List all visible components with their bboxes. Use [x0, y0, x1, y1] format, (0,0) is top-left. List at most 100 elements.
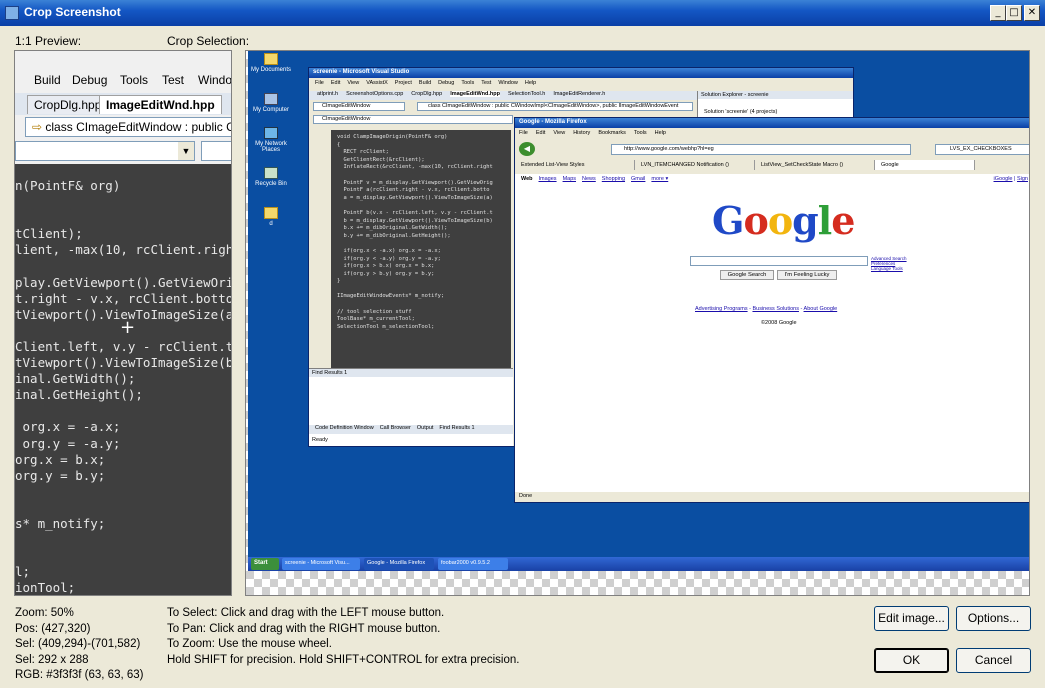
vs-menu-item: VAssistX [366, 80, 388, 86]
vs-find-title: Find Results 1 [309, 369, 513, 377]
vs-code-line: PointF b(v.x - rcClient.left, v.y - rcCl… [337, 209, 493, 216]
vs-menu-item: Window [498, 80, 518, 86]
google-logo: Google [712, 198, 855, 243]
vs-code-line: InflateRect(&rcClient, -max(10, rcClient… [337, 164, 493, 171]
chevron-down-icon: ▼ [178, 142, 194, 160]
status-info: Zoom: 50% Pos: (427,320) Sel: (409,294)-… [15, 606, 144, 684]
vs-combo-1: CImageEditWindow [313, 102, 405, 111]
code-line: s* m_notify; [15, 515, 106, 531]
vs-tabs: atlprint.h ScreenshotOptions.cpp CropDlg.h… [309, 91, 697, 100]
preview-code: n(PointF& org) tClient); lient, -max(10, r… [15, 164, 232, 595]
vs-status: Ready [312, 437, 328, 443]
vs-tab: atlprint.h [317, 91, 339, 97]
selection-size-readout: Sel: 292 x 288 [15, 653, 89, 666]
code-line: n(PointF& org) [15, 178, 121, 193]
google-nav-link: more ▾ [651, 176, 669, 182]
options-button[interactable]: Options... [956, 606, 1031, 631]
vs-code-line: PointF a(rcClient.right - v.x, rcClient.… [337, 187, 490, 194]
screenshot-desktop[interactable]: My Documents My Computer My Network Plac… [246, 51, 1029, 557]
help-pan: To Pan: Click and drag with the RIGHT mo… [167, 622, 441, 635]
vs-bottom-tab: Code Definition Window [315, 425, 374, 431]
vs-menu-item: File [315, 80, 324, 86]
preview-tabs: CropDlg.hpp ImageEditWnd.hpp [15, 93, 231, 115]
code-line: tViewport().ViewToImageSize(b) [15, 355, 232, 371]
ff-status: Done [515, 493, 1029, 502]
screenshot-taskbar: Start screenie - Microsoft Visu... Googl… [248, 557, 1029, 571]
ff-menubar: File Edit View History Bookmarks Tools Help [515, 130, 1029, 139]
help-precision: Hold SHIFT for precision. Hold SHIFT+CON… [167, 653, 520, 666]
close-button[interactable]: ✕ [1024, 5, 1040, 21]
firefox-window: Google - Mozilla Firefox File Edit View His… [514, 117, 1029, 503]
folder-icon [264, 53, 278, 65]
preview-menu-item: Tools [120, 73, 149, 87]
vs-code-line [337, 172, 505, 180]
google-logo-letter: e [831, 198, 855, 243]
feeling-lucky-button: I'm Feeling Lucky [777, 270, 837, 280]
vs-menu-item: Project [394, 80, 412, 86]
google-search-input [690, 256, 868, 266]
arrow-icon: ⇨ [32, 120, 46, 134]
help-text: To Select: Click and drag with the LEFT … [167, 606, 519, 668]
google-logo-letter: o [767, 198, 793, 243]
taskbar-item: screenie - Microsoft Visu... [282, 558, 360, 570]
vs-find-panel: Find Results 1 Code Definition Window Cal… [309, 368, 513, 446]
google-nav-link: News [582, 176, 596, 182]
ff-menu-item: File [519, 130, 528, 136]
solution-title: Solution Explorer - screenie [698, 91, 853, 99]
taskbar-item: foobar2000 v0.9.5.2 [438, 558, 508, 570]
preview-combo: ▼ [15, 141, 195, 161]
crosshair-icon: + [120, 317, 136, 338]
ff-page: Web Images Maps News Shopping Gmail more ▾ iGo… [515, 174, 1029, 492]
code-line: inal.GetHeight(); [15, 387, 143, 403]
preview-combo-2 [201, 141, 231, 161]
google-nav-link: Images [538, 176, 557, 182]
vs-code-line: if(org.y < -a.y) org.y = -a.y; [337, 255, 441, 262]
cancel-button[interactable]: Cancel [956, 648, 1031, 673]
code-line: org.y = -a.y; [15, 435, 121, 451]
preview-menubar: Build Debug Tools Test Windo [15, 69, 232, 91]
preview-class-text: class CImageEditWindow : public CWi [45, 120, 232, 134]
vs-tab: ImageEditWnd.hpp [450, 91, 500, 97]
ff-menu-item: Bookmarks [598, 130, 626, 136]
vs-code-line: b = m_display.GetViewport().ViewToImageS… [337, 217, 493, 224]
vs-code-line: RECT rcClient; [337, 149, 389, 156]
ff-title: Google - Mozilla Firefox [515, 118, 1029, 128]
vs-menu-item: Build [418, 80, 432, 86]
preview-menu-item: Windo [198, 73, 232, 87]
vs-class-field: CImageEditWindow [313, 115, 513, 124]
vs-bottom-tabs: Code Definition Window Call Browser Output… [309, 425, 513, 434]
position-readout: Pos: (427,320) [15, 622, 91, 635]
vs-code: void ClampImageOrigin(PointF& org){ RECT… [331, 130, 511, 370]
vs-menu-item: Test [481, 80, 492, 86]
minimize-button[interactable]: _ [990, 5, 1006, 21]
vs-code-line: b.x += m_dibOriginal.GetWidth(); [337, 225, 448, 232]
desktop-icon-recycle-bin: Recycle Bin [246, 167, 296, 187]
vs-combo-2: class CImageEditWindow : public CWindowI… [417, 102, 693, 111]
edit-image-button[interactable]: Edit image... [874, 606, 949, 631]
crop-selection-panel[interactable]: My Documents My Computer My Network Plac… [245, 50, 1030, 596]
ff-tab: ListView_SetCheckState Macro () [755, 160, 875, 170]
google-search-button: Google Search [720, 270, 774, 280]
rgb-readout: RGB: #3f3f3f (63, 63, 63) [15, 669, 144, 681]
preview-menu-item: Test [162, 73, 185, 87]
vs-bottom-tab: Call Browser [379, 425, 411, 431]
vs-menu-item: Tools [461, 80, 475, 86]
preview-menu-item: Debug [72, 73, 108, 87]
preview-panel: Build Debug Tools Test Windo CropDlg.hpp… [14, 50, 232, 596]
maximize-button[interactable]: □ [1006, 5, 1022, 21]
ff-search-box: LVS_EX_CHECKBOXES [935, 144, 1029, 155]
preview-menu-item: Build [34, 73, 61, 87]
title-bar[interactable]: Crop Screenshot _ □ ✕ [0, 0, 1045, 26]
vs-code-line [337, 286, 505, 294]
vs-code-line: SelectionTool m_selectionTool; [337, 323, 435, 330]
recycle-bin-icon [264, 167, 278, 179]
ok-button[interactable]: OK [874, 648, 949, 673]
ff-url-bar: http://www.google.com/webhp?hl=eg [611, 144, 911, 155]
desktop-icon-folder: d [246, 207, 296, 227]
